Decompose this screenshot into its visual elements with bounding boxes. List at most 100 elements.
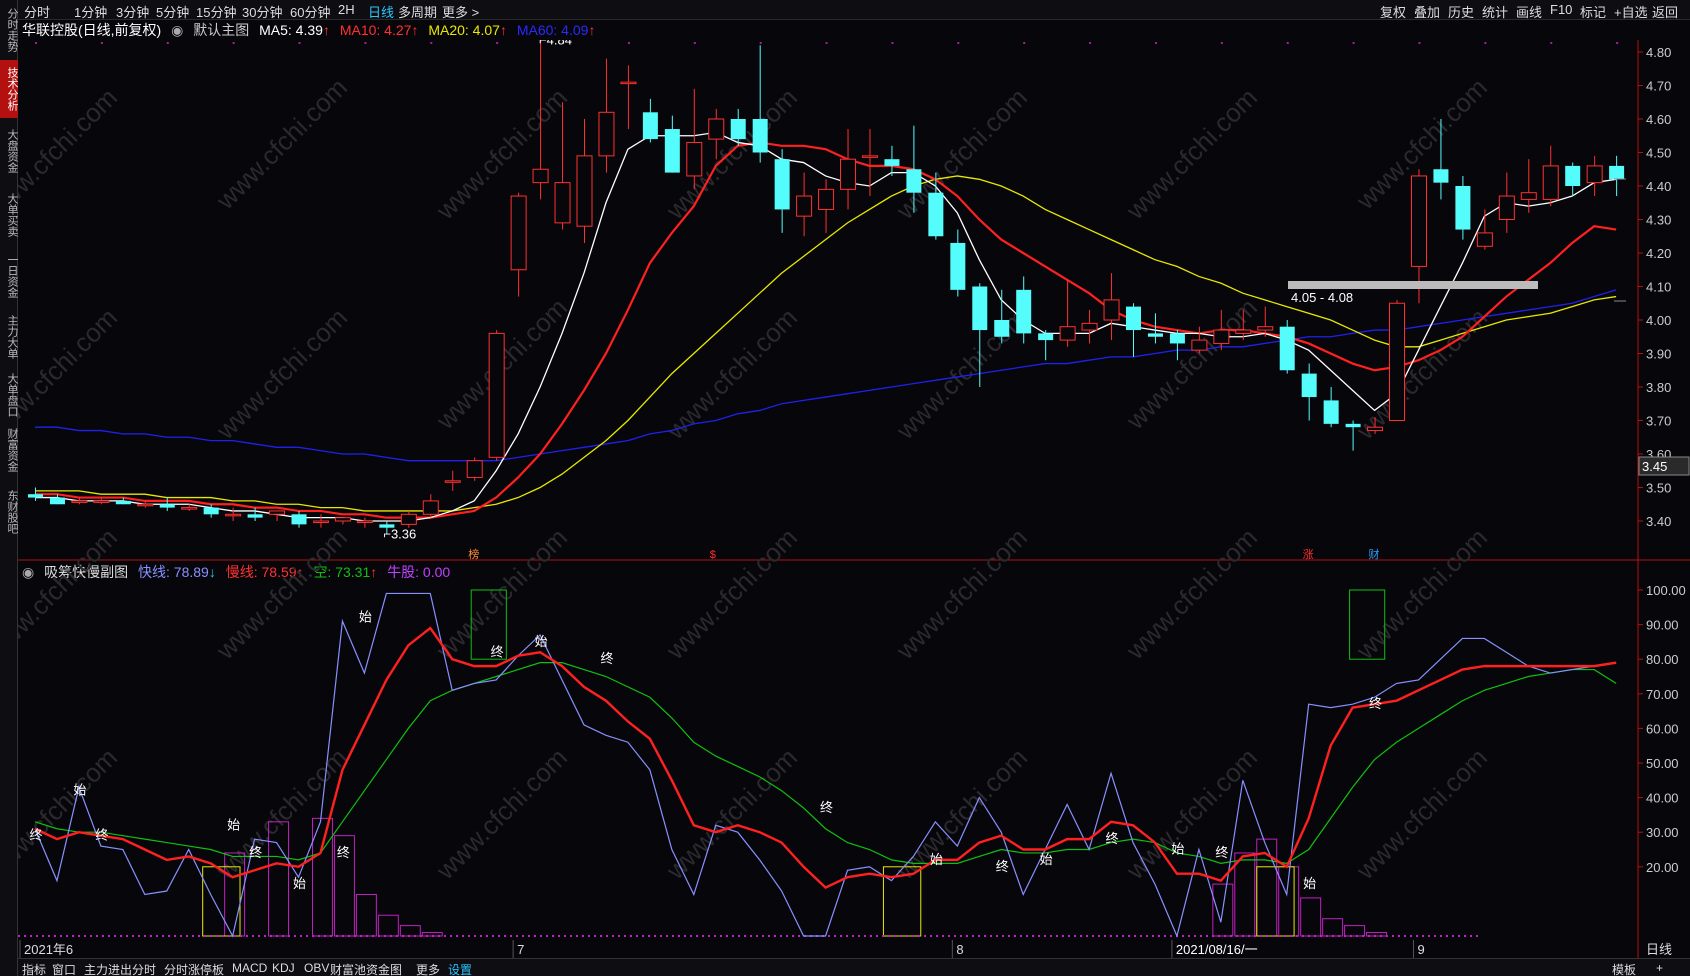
left-tab-2[interactable]: 大盘资金 <box>0 122 18 180</box>
candle-body-35 <box>796 195 813 217</box>
candle-body-17 <box>400 513 417 525</box>
left-tab-7[interactable]: 财富资金 <box>0 422 18 478</box>
top-dot-30 <box>693 42 696 44</box>
bottom-tab-4[interactable]: MACD <box>232 961 267 975</box>
tool-tab-5[interactable]: F10 <box>1550 2 1572 17</box>
top-dot-48 <box>1089 42 1092 44</box>
candle-body-4 <box>115 500 131 505</box>
main-chart-title: 华联控股(日线,前复权) ◉ 默认主图 MA5: 4.39↑ MA10: 4.2… <box>22 20 601 40</box>
bottom-tab-8[interactable]: 更多 <box>416 961 440 976</box>
ma5-label: MA5: 4.39 <box>259 22 323 38</box>
candle-body-10 <box>247 514 263 518</box>
top-dot-54 <box>1220 42 1223 44</box>
period-tab-5[interactable]: 30分钟 <box>242 2 282 21</box>
period-tab-2[interactable]: 3分钟 <box>116 2 149 21</box>
candle-body-39 <box>884 159 900 166</box>
ma5-arrow-icon: ↑ <box>322 22 330 38</box>
end-label-6: 终 <box>820 800 833 815</box>
bottom-right-0[interactable]: 模板 <box>1612 961 1636 976</box>
sub-ytick-label-8: 20.00 <box>1646 860 1679 875</box>
candle-body-41 <box>928 192 944 237</box>
sub-ytick-label-5: 50.00 <box>1646 756 1679 771</box>
left-tab-1[interactable]: 技术分析 <box>0 60 18 118</box>
candle-body-28 <box>642 112 658 140</box>
candle-body-71 <box>1586 165 1603 184</box>
candle-body-29 <box>664 129 680 173</box>
candle-body-32 <box>730 119 746 140</box>
candle-body-2 <box>71 500 88 503</box>
high-annotation: ⌐4.84 <box>539 40 572 48</box>
candle-body-40 <box>906 169 922 193</box>
candle-body-0 <box>28 494 43 498</box>
candle-body-63 <box>1410 175 1427 267</box>
top-dot-0 <box>35 42 37 44</box>
period-label: 日线 <box>1646 942 1672 957</box>
candle-body-69 <box>1542 165 1559 200</box>
tool-tab-4[interactable]: 画线 <box>1516 2 1542 21</box>
tool-tab-1[interactable]: 叠加 <box>1414 2 1440 21</box>
event-marker-3: 财 <box>1369 547 1380 561</box>
top-dot-42 <box>957 42 960 44</box>
end-label-1: 终 <box>95 828 108 843</box>
bottom-tab-6[interactable]: OBV <box>304 961 329 975</box>
bottom-tab-1[interactable]: 窗口 <box>52 961 76 976</box>
candle-body-65 <box>1455 186 1471 230</box>
price-tag-label: 3.45 <box>1642 459 1667 474</box>
candle-body-36 <box>818 188 835 210</box>
bottom-tab-9[interactable]: 设置 <box>448 961 472 976</box>
period-tab-8[interactable]: 日线 <box>368 2 394 21</box>
candle-body-22 <box>510 195 527 271</box>
period-tab-10[interactable]: 更多 > <box>442 2 479 21</box>
top-dot-72 <box>1616 42 1619 44</box>
left-tab-8[interactable]: 东财股吧 <box>0 486 18 538</box>
candle-body-27 <box>620 81 637 85</box>
sub-ytick-label-3: 70.00 <box>1646 687 1679 702</box>
period-tab-7[interactable]: 2H <box>338 2 355 17</box>
candle-body-5 <box>137 503 154 507</box>
stock-name[interactable]: 华联控股(日线,前复权) <box>22 22 161 38</box>
end-label-3: 终 <box>337 845 350 860</box>
tool-tab-2[interactable]: 历史 <box>1448 2 1474 21</box>
candle-body-15 <box>356 520 373 523</box>
tool-tab-8[interactable]: 返回 <box>1652 2 1678 21</box>
period-tab-4[interactable]: 15分钟 <box>196 2 236 21</box>
main-chart-label[interactable]: 默认主图 <box>193 22 249 38</box>
left-tab-4[interactable]: 一日资金 <box>0 250 18 302</box>
period-tab-6[interactable]: 60分钟 <box>290 2 330 21</box>
tool-tab-7[interactable]: +自选 <box>1614 2 1648 21</box>
top-dot-21 <box>496 42 499 44</box>
bottom-tab-7[interactable]: 财富池资金图 <box>330 961 402 976</box>
top-dot-9 <box>232 42 235 44</box>
top-dot-39 <box>891 42 894 44</box>
event-marker-1: $ <box>710 549 716 561</box>
left-tab-5[interactable]: 主力大单 <box>0 308 18 366</box>
candle-body-18 <box>422 500 439 515</box>
period-tab-3[interactable]: 5分钟 <box>156 2 189 21</box>
tool-tab-6[interactable]: 标记 <box>1580 2 1606 21</box>
main-ytick-label-7: 4.10 <box>1646 280 1671 295</box>
left-tab-6[interactable]: 大单盘口 <box>0 372 18 418</box>
top-dot-60 <box>1352 42 1355 44</box>
period-tab-1[interactable]: 1分钟 <box>74 2 107 21</box>
left-tab-3[interactable]: 大单买卖 <box>0 186 18 244</box>
top-dot-36 <box>825 42 828 44</box>
bottom-tab-0[interactable]: 指标 <box>22 961 46 976</box>
left-tab-0[interactable]: 分时走势 <box>0 4 18 56</box>
bottom-tab-2[interactable]: 主力进出分时 <box>84 961 156 976</box>
start-label-7: 始 <box>1171 842 1184 857</box>
candle-body-21 <box>488 332 505 458</box>
bottom-tab-3[interactable]: 分时涨停板 <box>164 961 224 976</box>
main-chart-dropdown-icon[interactable]: ◉ <box>171 22 183 38</box>
period-tab-9[interactable]: 多周期 <box>398 2 437 21</box>
bottom-tab-5[interactable]: KDJ <box>272 961 295 975</box>
chart-svg[interactable]: www.cfchi.com www.cfchi.com www.cfchi.com w… <box>18 40 1690 958</box>
start-label-2: 始 <box>293 876 306 891</box>
end-label-8: 终 <box>1106 831 1119 846</box>
sub-ytick-label-6: 40.00 <box>1646 791 1679 806</box>
bottom-right-1[interactable]: + <box>1656 961 1663 975</box>
ma10-label: MA10: 4.27 <box>339 22 412 38</box>
tool-tab-3[interactable]: 统计 <box>1482 2 1508 21</box>
event-marker-2: 涨 <box>1303 548 1314 561</box>
tool-tab-0[interactable]: 复权 <box>1380 2 1406 21</box>
period-tab-0[interactable]: 分时 <box>24 2 50 21</box>
